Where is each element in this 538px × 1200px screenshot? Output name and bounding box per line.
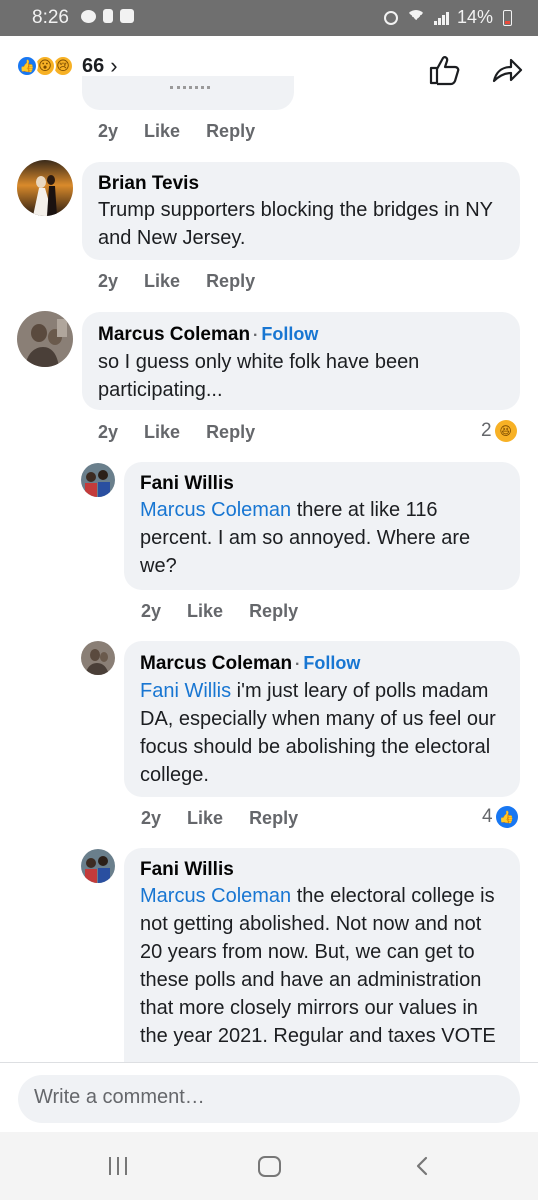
commenter-name[interactable]: Marcus Coleman [140,653,292,674]
comment-text: Fani Willis i'm just leary of polls mada… [140,677,504,789]
comment-text: so I guess only white folk have been par… [98,351,420,401]
back-button[interactable] [414,1156,430,1176]
reply-comment-button[interactable]: Reply [206,271,255,292]
comment-actions: 2y Like Reply [141,601,298,622]
comment-actions: 2y Like Reply [98,271,255,292]
comment-text: Trump supporters blocking the bridges in… [98,199,493,249]
reply-comment-button[interactable]: Reply [206,121,255,142]
commenter-name[interactable]: Marcus Coleman [98,324,250,345]
wifi-icon [405,10,426,30]
reply-bubble: Fani Willis Marcus Coleman there at like… [124,462,520,590]
avatar[interactable] [17,311,73,367]
comment-bubble-truncated [82,76,294,110]
follow-button[interactable]: Follow [303,653,360,673]
messenger-notification-icon [81,9,96,23]
commenter-name[interactable]: Fani Willis [140,858,504,882]
like-comment-button[interactable]: Like [144,121,180,142]
status-time: 8:26 [32,7,69,28]
comment-bubble: Brian Tevis Trump supporters blocking th… [82,162,520,260]
system-icons: 14% [383,7,512,30]
truncated-text-marker [170,86,210,90]
system-navigation-bar [0,1132,538,1200]
comment-time: 2y [98,121,119,141]
comment-reaction-count: 2 [481,420,492,441]
follow-button[interactable]: Follow [261,324,318,344]
comment-time: 2y [141,808,162,828]
comment-body: the electoral college is not getting abo… [140,885,496,1047]
avatar[interactable] [81,641,115,675]
commenter-header: Marcus Coleman · Follow [98,322,504,348]
comment-reaction-count: 4 [482,806,493,827]
home-button[interactable] [258,1156,281,1177]
battery-icon [503,9,512,26]
comment-time: 2y [98,271,119,291]
reply-bubble: Fani Willis Marcus Coleman the electoral… [124,848,520,1062]
comment-text: Marcus Coleman the electoral college is … [140,882,504,1050]
commenter-header: Marcus Coleman · Follow [140,651,504,677]
comment-bubble: Marcus Coleman · Follow so I guess only wh… [82,312,520,410]
avatar[interactable] [81,849,115,883]
haha-reaction-icon: 😆 [494,420,517,442]
reply-comment-button[interactable]: Reply [249,808,298,829]
avatar[interactable] [81,463,115,497]
mention-link[interactable]: Marcus Coleman [140,499,291,521]
comment-actions: 2y Like Reply [98,121,255,142]
comment-time: 2y [141,601,162,621]
write-comment-bar: Write a comment… [0,1062,538,1132]
commenter-name[interactable]: Brian Tevis [98,172,504,196]
comment-input[interactable]: Write a comment… [18,1075,520,1123]
like-comment-button[interactable]: Like [144,271,180,292]
like-reaction-icon: 👍 [495,806,518,828]
mention-link[interactable]: Fani Willis [140,680,231,702]
avatar[interactable] [17,160,73,216]
battery-percent: 14% [456,7,493,27]
recent-apps-button[interactable] [109,1157,127,1175]
like-reaction-icon: 👍 [16,55,38,77]
mention-link[interactable]: Marcus Coleman [140,885,291,907]
reply-bubble: Marcus Coleman · Follow Fani Willis i'm ju… [124,641,520,797]
reply-comment-button[interactable]: Reply [206,422,255,443]
like-button[interactable] [428,54,462,86]
comment-time: 2y [98,422,119,442]
status-bar: 8:26 14% [0,0,538,36]
signal-icon [433,11,449,25]
share-button[interactable] [490,54,524,86]
like-comment-button[interactable]: Like [187,601,223,622]
gallery-notification-icon [120,9,134,23]
separator-dot: · [253,327,259,344]
comment-text: Marcus Coleman there at like 116 percent… [140,496,504,580]
commenter-name[interactable]: Fani Willis [140,472,504,496]
notification-icons [81,9,134,23]
alarm-icon [383,10,398,25]
comment-reactions[interactable]: 2 😆 [481,420,517,442]
like-comment-button[interactable]: Like [187,808,223,829]
app-notification-icon [103,9,113,23]
comment-actions: 2y Like Reply [141,808,298,829]
like-comment-button[interactable]: Like [144,422,180,443]
comment-reactions[interactable]: 4 👍 [482,806,518,828]
comment-actions: 2y Like Reply [98,422,255,443]
reply-comment-button[interactable]: Reply [249,601,298,622]
separator-dot: · [295,656,301,673]
reaction-count: 66 [82,54,105,77]
